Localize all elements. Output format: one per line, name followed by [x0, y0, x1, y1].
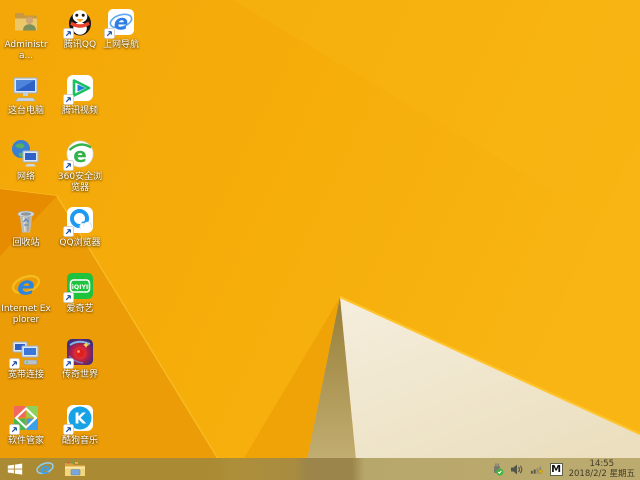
volume-tray-icon[interactable] [510, 462, 524, 476]
file-explorer-icon [65, 461, 85, 476]
user-folder-icon [15, 13, 37, 31]
clock-time: 14:55 [589, 459, 615, 469]
shortcut-arrow-icon [9, 358, 20, 369]
desktop-icon-software-manager[interactable]: 软件管家 [1, 402, 51, 447]
desktop-icon-recycle-bin[interactable]: 回收站 [1, 204, 51, 249]
desktop-icon-iqiyi[interactable]: iQIYI 爱奇艺 [55, 270, 105, 315]
desktop-icon-this-pc[interactable]: 这台电脑 [1, 72, 51, 117]
internet-explorer-icon: e [36, 460, 54, 478]
start-button[interactable] [0, 458, 30, 480]
shortcut-arrow-icon [63, 160, 74, 171]
icon-label: 360安全浏览器 [57, 172, 103, 193]
desktop-icon-kugou-music[interactable]: K 酷狗音乐 [55, 402, 105, 447]
desktop-icon-tencent-video[interactable]: 腾讯视频 [55, 72, 105, 117]
shortcut-arrow-icon [63, 226, 74, 237]
internet-explorer-icon: e [11, 272, 41, 302]
icon-label: 软件管家 [7, 436, 44, 446]
icon-label: 网络 [16, 172, 35, 182]
desktop-icon-administrator[interactable]: Administra... [1, 6, 51, 62]
shortcut-arrow-icon [63, 28, 74, 39]
icon-label: 传奇世界 [61, 370, 98, 380]
desktop-icon-qq-browser[interactable]: QQ浏览器 [55, 204, 105, 249]
clock-date: 2018/2/2 星期五 [568, 469, 635, 479]
desktop-icon-broadband[interactable]: 宽带连接 [1, 336, 51, 381]
shortcut-arrow-icon [63, 292, 74, 303]
icon-label: QQ浏览器 [59, 238, 101, 248]
network-globe-icon [12, 140, 39, 167]
icon-label: 宽带连接 [7, 370, 44, 380]
usb-device-tray-icon[interactable] [490, 462, 504, 476]
shortcut-arrow-icon [104, 28, 115, 39]
shortcut-arrow-icon [63, 424, 74, 435]
taskbar-clock[interactable]: 14:55 2018/2/2 星期五 [569, 459, 635, 479]
taskbar-ie-button[interactable]: e [30, 458, 60, 480]
input-method-indicator[interactable]: M [549, 462, 563, 476]
taskbar: e M 14:55 2018/2/2 星期五 [0, 458, 640, 480]
network-status-tray-icon[interactable] [530, 462, 544, 476]
computer-icon [13, 77, 38, 102]
desktop-icon-360-browser[interactable]: e 360安全浏览器 [55, 138, 105, 194]
desktop-icon-chuanqi-game[interactable]: 传奇世界 [55, 336, 105, 381]
recycle-bin-icon [17, 210, 35, 233]
system-tray: M 14:55 2018/2/2 星期五 [490, 459, 640, 479]
icon-label: 酷狗音乐 [61, 436, 98, 446]
icon-label: 上网导航 [102, 40, 139, 50]
taskbar-file-explorer-button[interactable] [60, 458, 90, 480]
svg-text:iQIYI: iQIYI [72, 284, 88, 291]
icon-label: Administra... [4, 40, 48, 61]
icon-label: 回收站 [12, 238, 40, 248]
svg-text:K: K [74, 410, 87, 428]
svg-text:e: e [73, 143, 87, 167]
icon-label: 腾讯视频 [61, 106, 98, 116]
desktop-icon-internet-explorer[interactable]: e Internet Explorer [1, 270, 51, 326]
desktop-icon-network[interactable]: 网络 [1, 138, 51, 183]
desktop-icon-web-navigation[interactable]: e 上网导航 [96, 6, 146, 51]
svg-text:e: e [114, 11, 128, 35]
desktop: Administra... 这台电脑 网络 回收站 e Internet Exp… [0, 0, 640, 458]
icon-label: Internet Explorer [1, 304, 51, 325]
icon-label: 这台电脑 [7, 106, 44, 116]
svg-text:e: e [17, 272, 35, 302]
shortcut-arrow-icon [9, 424, 20, 435]
shortcut-arrow-icon [63, 94, 74, 105]
icon-label: 爱奇艺 [66, 304, 94, 314]
shortcut-arrow-icon [63, 358, 74, 369]
windows-logo-icon [7, 463, 23, 475]
svg-text:e: e [40, 460, 50, 478]
